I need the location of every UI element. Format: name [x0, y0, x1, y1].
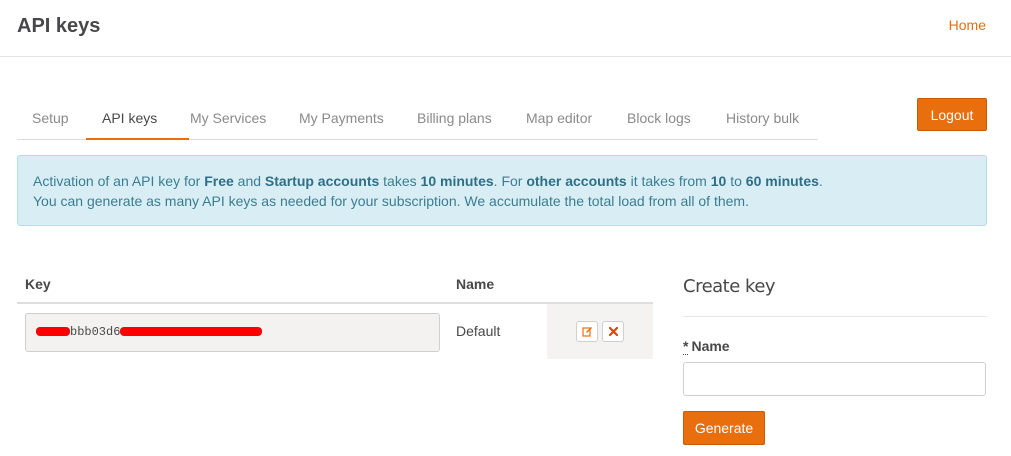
- tab-block-logs[interactable]: Block logs: [627, 110, 691, 126]
- required-mark: *: [683, 338, 689, 355]
- tab-map-editor[interactable]: Map editor: [526, 110, 592, 126]
- api-key-field[interactable]: bbb03d6: [25, 313, 440, 352]
- row-actions: [547, 304, 653, 359]
- logout-button[interactable]: Logout: [917, 98, 987, 131]
- tab-history-bulk[interactable]: History bulk: [726, 110, 799, 126]
- nav-tabs: Setup API keys My Services My Payments B…: [17, 99, 818, 140]
- generate-button[interactable]: Generate: [683, 411, 765, 445]
- name-field-label: * Name: [683, 338, 730, 355]
- active-tab-indicator: [86, 138, 189, 140]
- redaction-mark: [36, 327, 70, 337]
- edit-key-button[interactable]: [576, 321, 598, 342]
- close-icon: [608, 327, 618, 336]
- create-key-divider: [683, 316, 987, 317]
- top-bar: API keys Home: [0, 0, 1011, 57]
- info-alert: Activation of an API key for Free and St…: [17, 155, 987, 226]
- tab-api-keys[interactable]: API keys: [102, 110, 157, 126]
- info-line-1: Activation of an API key for Free and St…: [33, 173, 823, 189]
- key-name-cell: Default: [456, 323, 501, 339]
- edit-icon: [581, 326, 593, 337]
- tab-my-services[interactable]: My Services: [190, 110, 266, 126]
- home-link[interactable]: Home: [949, 17, 986, 33]
- tab-billing-plans[interactable]: Billing plans: [417, 110, 492, 126]
- redaction-mark: [120, 327, 263, 337]
- create-key-title: Create key: [683, 276, 776, 297]
- tab-setup[interactable]: Setup: [32, 110, 69, 126]
- info-line-2: You can generate as many API keys as nee…: [33, 193, 749, 209]
- tab-my-payments[interactable]: My Payments: [299, 110, 384, 126]
- new-key-name-input[interactable]: [683, 362, 986, 396]
- name-column-header: Name: [456, 276, 495, 292]
- delete-key-button[interactable]: [602, 321, 624, 342]
- page-title: API keys: [17, 15, 101, 37]
- api-key-text: bbb03d6: [70, 325, 121, 339]
- key-column-header: Key: [25, 276, 51, 292]
